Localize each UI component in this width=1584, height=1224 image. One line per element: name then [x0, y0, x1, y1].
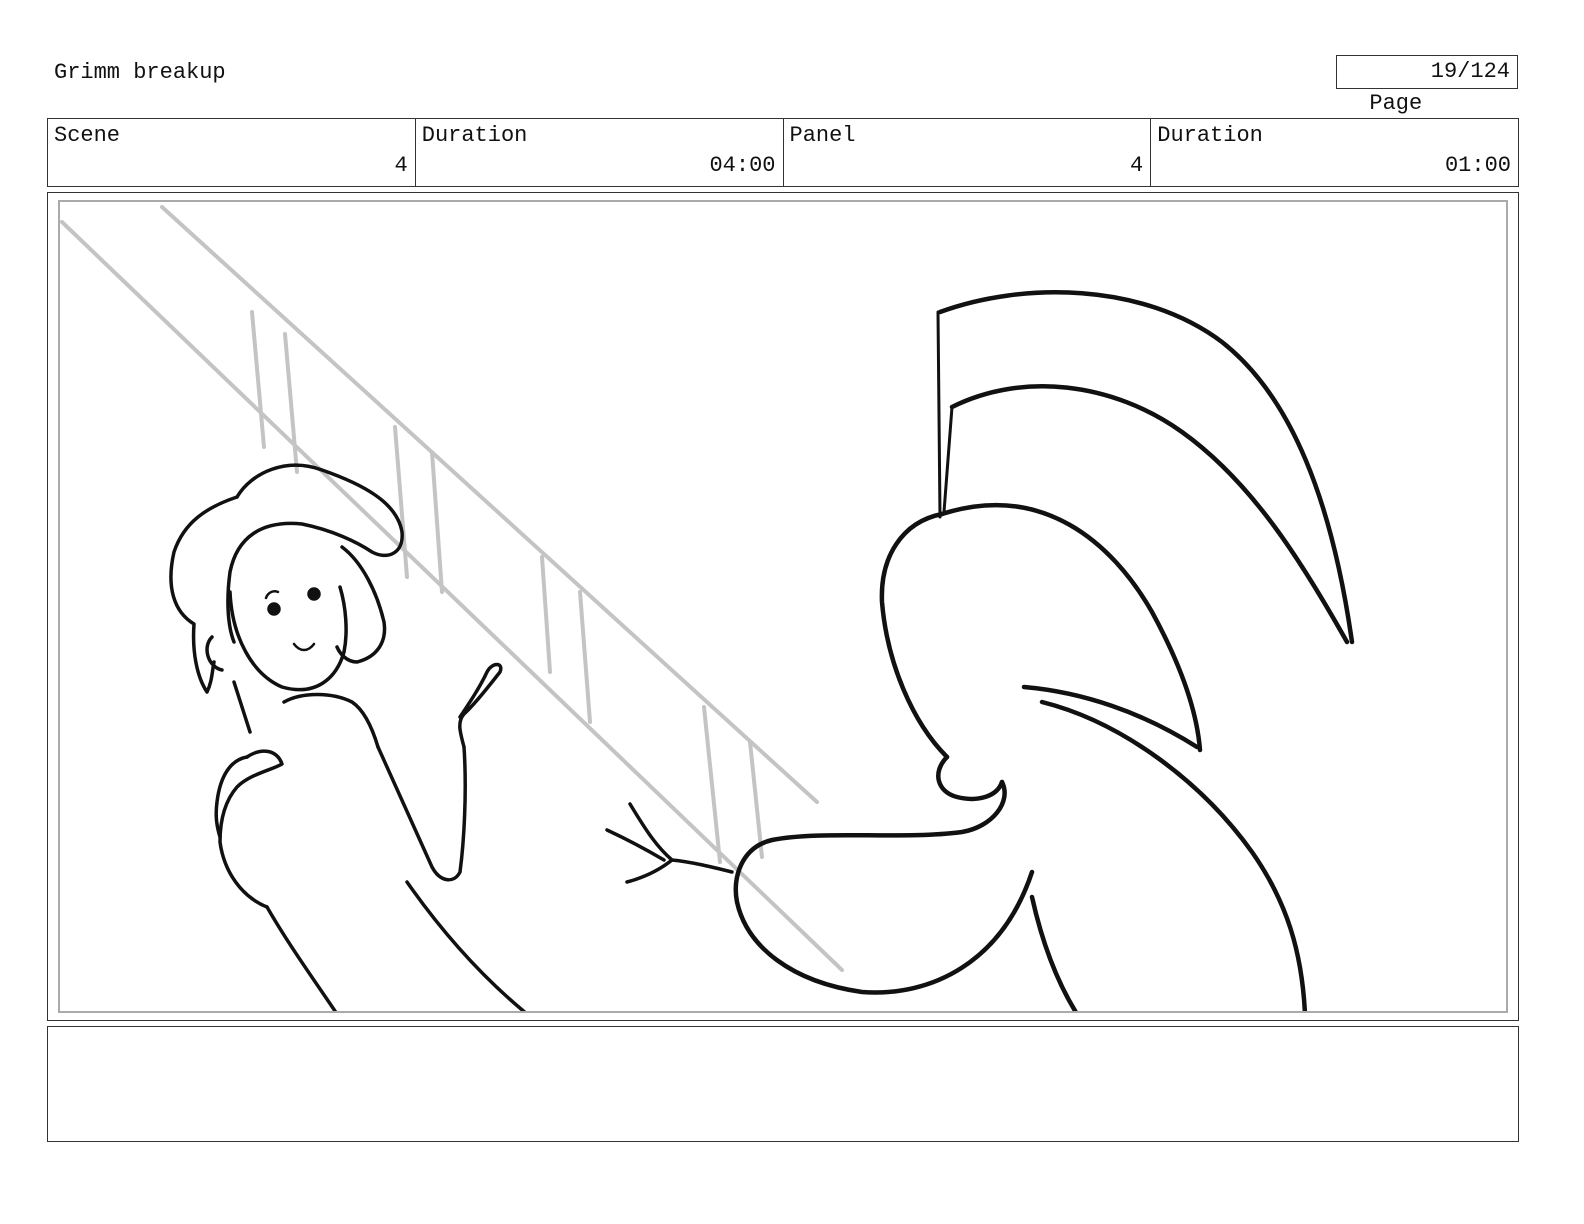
girl-eye-left: [267, 602, 281, 616]
girl-ear: [205, 635, 224, 672]
guide-vertical: [748, 740, 764, 859]
girl-neck: [232, 680, 252, 734]
girl-hair: [226, 463, 404, 644]
creature-crest-edge: [936, 310, 942, 519]
project-title: Grimm breakup: [54, 60, 226, 85]
guide-vertical: [540, 555, 552, 674]
panel-duration-cell: Duration 01:00: [1150, 119, 1518, 186]
girl-body-right: [405, 880, 527, 1011]
creature-figure: [605, 290, 1355, 1011]
scene-duration-value: 04:00: [709, 153, 776, 178]
construction-lines: [60, 205, 844, 972]
creature-body: [733, 779, 1035, 995]
panel-value: 4: [1130, 153, 1144, 178]
sketch-canvas: [60, 205, 1355, 1011]
guide-vertical: [283, 332, 299, 474]
girl-body-left: [265, 905, 338, 1011]
scene-duration-label: Duration: [421, 123, 528, 148]
panel-duration-value: 01:00: [1444, 153, 1511, 178]
girl-back: [218, 749, 284, 909]
guide-diagonal-1: [60, 220, 844, 972]
girl-face: [228, 585, 348, 692]
girl-eye-right: [307, 587, 321, 601]
panel-label: Panel: [789, 123, 856, 148]
creature-head: [879, 511, 950, 760]
notes-box: [47, 1026, 1519, 1142]
scene-value: 4: [394, 153, 408, 178]
guide-vertical: [250, 310, 266, 449]
creature-neck: [1039, 699, 1308, 1011]
guide-vertical: [393, 425, 409, 579]
scene-cell: Scene 4: [48, 119, 415, 186]
guide-vertical: [578, 590, 592, 724]
guide-diagonal-2: [160, 205, 819, 804]
creature-crest-outer: [937, 290, 1355, 645]
creature-crest-edge: [942, 405, 954, 514]
creature-leg: [1029, 894, 1078, 1011]
girl-arm-hand: [376, 662, 503, 882]
girl-eyelash: [264, 590, 280, 600]
guide-vertical: [430, 450, 444, 594]
creature-jaw-line: [1021, 684, 1200, 750]
girl-smile: [292, 642, 316, 652]
panel-info-row: Scene 4 Duration 04:00 Panel 4 Duration …: [47, 118, 1519, 187]
panel-duration-label: Duration: [1157, 123, 1263, 148]
page-label: Page: [1369, 91, 1423, 116]
scene-label: Scene: [54, 123, 121, 148]
creature-nose: [936, 754, 1005, 802]
panel-cell: Panel 4: [782, 119, 1151, 186]
page-indicator: Page 19/124: [1336, 55, 1518, 116]
page-number: 19/124: [1430, 59, 1510, 84]
scene-duration-cell: Duration 04:00: [414, 119, 783, 186]
girl-figure: [169, 463, 527, 1011]
storyboard-drawing: [58, 200, 1508, 1013]
girl-shoulder: [282, 692, 380, 749]
